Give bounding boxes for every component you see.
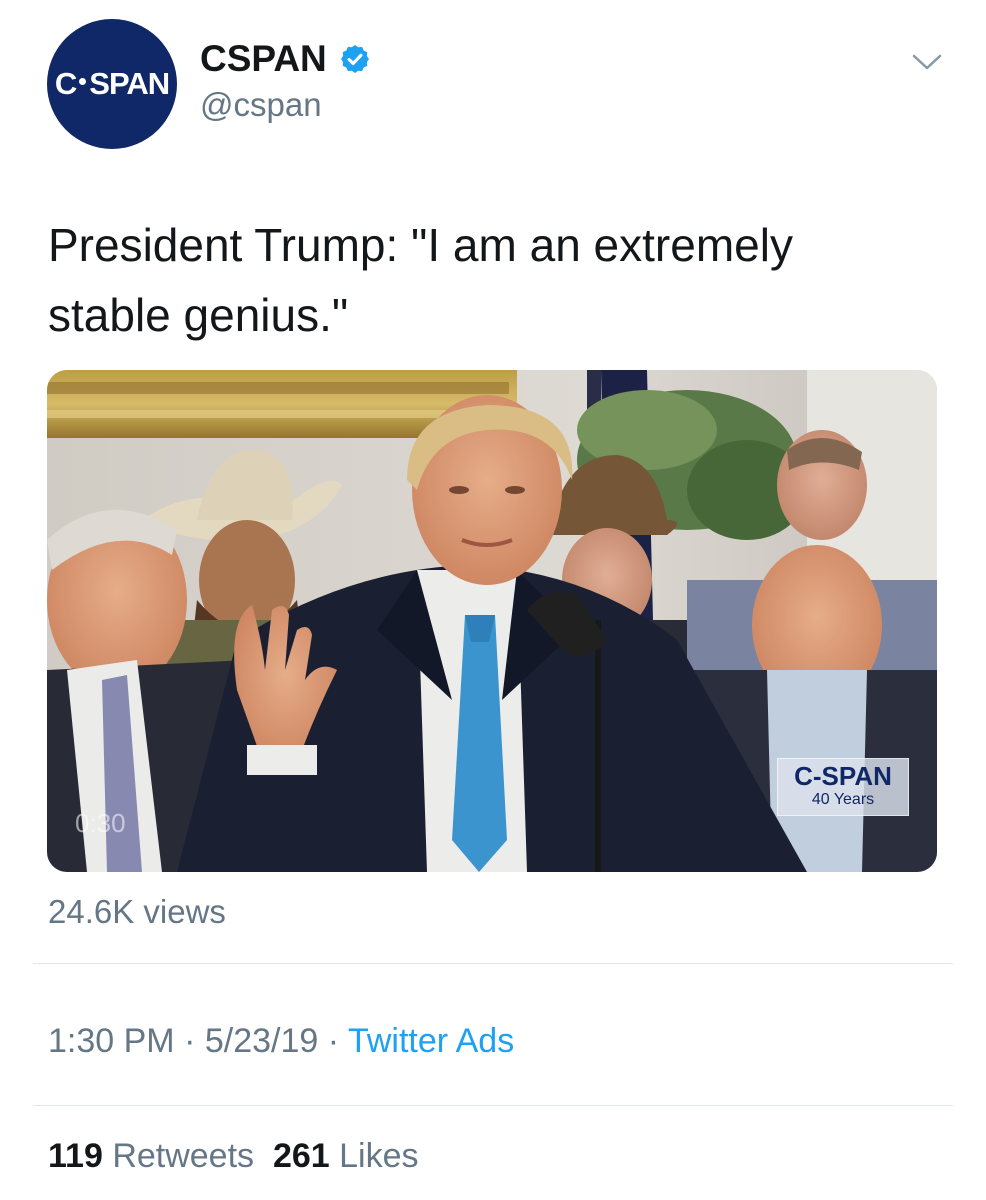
avatar-logo-dot — [79, 77, 87, 85]
avatar[interactable]: C SPAN — [47, 19, 177, 149]
retweets-count: 119 — [48, 1137, 103, 1175]
divider — [33, 1105, 953, 1106]
tweet-meta: 1:30 PM · 5/23/19 · Twitter Ads — [48, 1022, 514, 1061]
author-name-row[interactable]: CSPAN — [200, 38, 371, 80]
avatar-logo-c: C — [54, 66, 77, 101]
verified-badge-icon — [340, 45, 369, 73]
cspan-watermark: C-SPAN 40 Years — [777, 758, 909, 816]
tweet-stats: 119 Retweets 261 Likes — [48, 1137, 419, 1176]
likes-stat[interactable]: 261 Likes — [273, 1137, 419, 1175]
avatar-logo-span: SPAN — [89, 66, 170, 101]
tweet-source-link[interactable]: Twitter Ads — [348, 1022, 514, 1060]
retweets-stat[interactable]: 119 Retweets — [48, 1137, 254, 1175]
tweet-text: President Trump: "I am an extremely stab… — [48, 219, 793, 341]
meta-separator: · — [184, 1022, 196, 1060]
retweets-label: Retweets — [112, 1137, 255, 1175]
handle[interactable]: @cspan — [200, 86, 322, 124]
video-duration: 0:30 — [75, 808, 126, 838]
view-count: 24.6K views — [48, 893, 226, 930]
meta-separator: · — [327, 1022, 340, 1060]
tweet-date[interactable]: 5/23/19 — [205, 1022, 318, 1060]
chevron-down-icon[interactable] — [910, 50, 944, 74]
tweet-time[interactable]: 1:30 PM — [48, 1022, 175, 1060]
display-name[interactable]: CSPAN — [200, 38, 327, 80]
video-player[interactable]: 0:30 C-SPAN 40 Years — [47, 370, 937, 872]
likes-label: Likes — [339, 1137, 419, 1175]
watermark-subtitle: 40 Years — [811, 791, 875, 808]
divider — [33, 963, 953, 964]
tweet-header: C SPAN CSPAN @cspan — [0, 0, 986, 170]
watermark-title: C-SPAN — [794, 761, 892, 791]
likes-count: 261 — [272, 1137, 330, 1175]
